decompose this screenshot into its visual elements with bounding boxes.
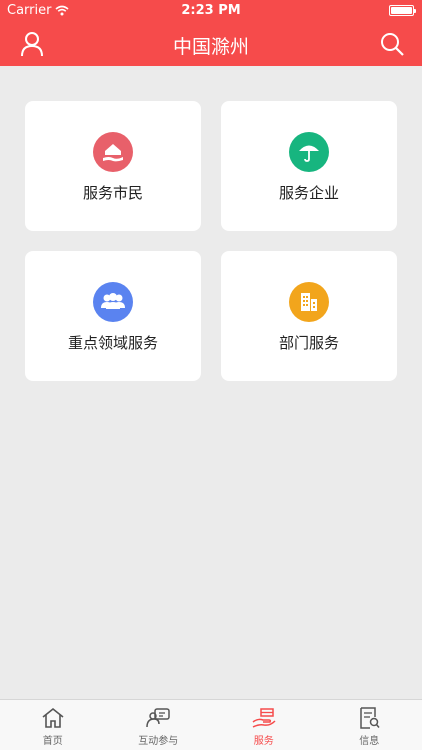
people-icon [101,293,125,309]
building-icon [301,293,317,311]
tab-interaction[interactable]: 互动参与 [106,700,212,750]
card-icon-circle [93,282,133,322]
page-title: 中国滁州 [172,36,249,58]
battery-icon [389,5,416,16]
card-label: 部门服务 [278,334,339,352]
tab-info[interactable]: 信息 [317,700,422,750]
tab-label: 信息 [359,736,380,747]
service-icon [252,708,276,728]
tab-home[interactable]: 首页 [0,700,106,750]
search-button[interactable] [376,28,408,60]
status-bar: Carrier 2:23 PM [0,0,422,22]
card-enterprise-service[interactable]: 服务企业 [221,101,397,231]
nav-bar: 中国滁州 [0,22,422,66]
info-doc-icon [360,707,380,729]
tab-label: 服务 [253,736,274,747]
chat-icon [146,708,170,728]
card-label: 服务企业 [278,184,339,202]
house-hand-icon [103,144,123,162]
card-citizen-service[interactable]: 服务市民 [25,101,201,231]
card-icon-circle [93,132,133,172]
umbrella-icon [299,145,319,162]
card-icon-circle [289,132,329,172]
card-label: 重点领域服务 [67,334,158,352]
home-icon [42,707,64,728]
tab-label: 互动参与 [138,736,179,747]
card-key-area-service[interactable]: 重点领域服务 [25,251,201,381]
search-icon [381,33,404,56]
card-label: 服务市民 [82,184,143,202]
status-time: 2:23 PM [181,3,241,18]
tab-bar: 首页 互动参与 服务 信息 [0,699,422,750]
tab-service[interactable]: 服务 [211,700,317,750]
card-department-service[interactable]: 部门服务 [221,251,397,381]
card-icon-circle [289,282,329,322]
tab-label: 首页 [42,736,63,747]
